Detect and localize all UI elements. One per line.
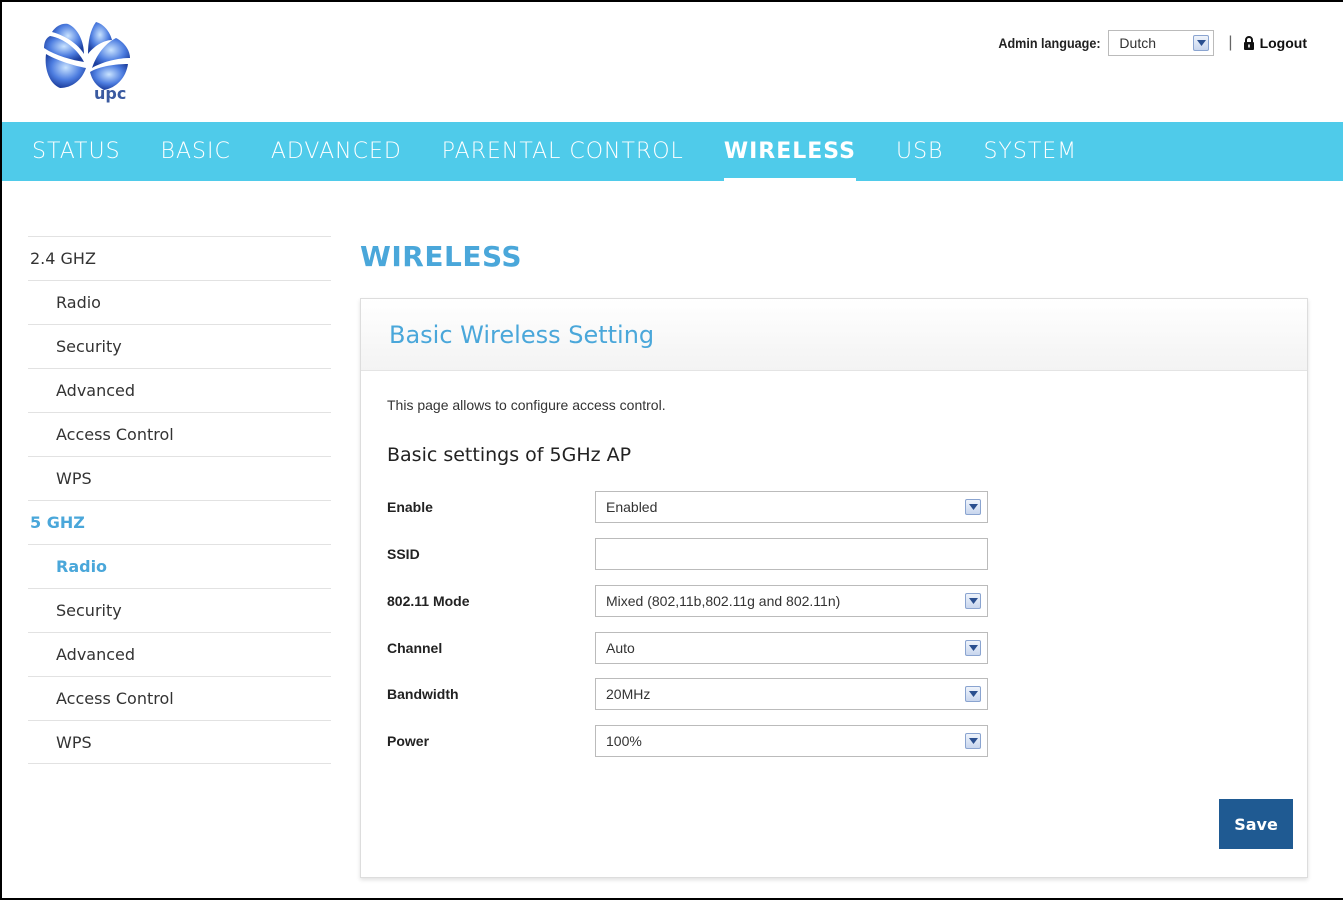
- page-title: WIRELESS: [360, 240, 523, 273]
- main-nav: STATUS BASIC ADVANCED PARENTAL CONTROL W…: [2, 122, 1343, 181]
- logout-link[interactable]: Logout: [1243, 35, 1307, 51]
- nav-basic[interactable]: BASIC: [161, 122, 231, 181]
- channel-value: Auto: [606, 640, 635, 656]
- admin-language-label: Admin language:: [998, 35, 1101, 51]
- enable-value: Enabled: [606, 499, 658, 515]
- sidebar-item-5-radio[interactable]: Radio: [28, 544, 331, 588]
- chevron-down-icon[interactable]: [965, 686, 981, 702]
- nav-status[interactable]: STATUS: [32, 122, 121, 181]
- channel-row: Channel Auto: [387, 632, 988, 664]
- nav-wireless[interactable]: WIRELESS: [723, 122, 857, 181]
- save-button[interactable]: Save: [1219, 799, 1293, 849]
- separator: |: [1228, 34, 1233, 51]
- section-heading: Basic settings of 5GHz AP: [387, 444, 632, 466]
- sidebar-item-24-advanced[interactable]: Advanced: [28, 368, 331, 412]
- sidebar-item-5-wps[interactable]: WPS: [28, 720, 331, 764]
- chevron-down-icon[interactable]: [965, 733, 981, 749]
- nav-advanced[interactable]: ADVANCED: [271, 122, 402, 181]
- power-row: Power 100%: [387, 725, 988, 757]
- admin-bar: Admin language: Dutch | Logout: [987, 30, 1307, 56]
- admin-language-select[interactable]: Dutch: [1108, 30, 1215, 56]
- chevron-down-icon[interactable]: [965, 593, 981, 609]
- bandwidth-select[interactable]: 20MHz: [595, 678, 988, 710]
- sidebar-item-24-radio[interactable]: Radio: [28, 280, 331, 324]
- lock-icon: [1243, 36, 1254, 50]
- sidebar-item-24-access-control[interactable]: Access Control: [28, 412, 331, 456]
- power-select[interactable]: 100%: [595, 725, 988, 757]
- panel-header: Basic Wireless Setting: [361, 299, 1307, 371]
- logo-text: upc: [94, 84, 127, 103]
- channel-label: Channel: [387, 640, 443, 656]
- channel-select[interactable]: Auto: [595, 632, 988, 664]
- bandwidth-value: 20MHz: [606, 686, 651, 702]
- sidebar-item-5-advanced[interactable]: Advanced: [28, 632, 331, 676]
- ssid-input[interactable]: [595, 538, 988, 570]
- admin-language-value: Dutch: [1119, 35, 1156, 51]
- chevron-down-icon[interactable]: [1193, 35, 1210, 51]
- ssid-row: SSID: [387, 538, 988, 570]
- bandwidth-label: Bandwidth: [387, 686, 459, 702]
- ssid-label: SSID: [387, 546, 420, 562]
- sidebar-item-5-security[interactable]: Security: [28, 588, 331, 632]
- power-value: 100%: [606, 733, 642, 749]
- chevron-down-icon[interactable]: [965, 499, 981, 515]
- mode-row: 802.11 Mode Mixed (802,11b,802.11g and 8…: [387, 585, 988, 617]
- intro-text: This page allows to configure access con…: [387, 397, 666, 413]
- sidebar-group-5ghz[interactable]: 5 GHZ: [28, 500, 331, 544]
- logout-label: Logout: [1259, 35, 1307, 51]
- mode-value: Mixed (802,11b,802.11g and 802.11n): [606, 593, 841, 609]
- panel-title: Basic Wireless Setting: [389, 320, 655, 349]
- bandwidth-row: Bandwidth 20MHz: [387, 678, 988, 710]
- sidebar-group-24ghz[interactable]: 2.4 GHZ: [28, 236, 331, 280]
- mode-select[interactable]: Mixed (802,11b,802.11g and 802.11n): [595, 585, 988, 617]
- enable-label: Enable: [387, 499, 433, 515]
- power-label: Power: [387, 733, 430, 749]
- nav-usb[interactable]: USB: [896, 122, 943, 181]
- chevron-down-icon[interactable]: [965, 640, 981, 656]
- enable-row: Enable Enabled: [387, 491, 988, 523]
- mode-label: 802.11 Mode: [387, 593, 470, 609]
- settings-panel: Basic Wireless Setting This page allows …: [360, 298, 1308, 878]
- sidebar-item-24-security[interactable]: Security: [28, 324, 331, 368]
- nav-parental-control[interactable]: PARENTAL CONTROL: [442, 122, 684, 181]
- sidebar-item-5-access-control[interactable]: Access Control: [28, 676, 331, 720]
- enable-select[interactable]: Enabled: [595, 491, 988, 523]
- nav-system[interactable]: SYSTEM: [983, 122, 1077, 181]
- sidebar: 2.4 GHZ Radio Security Advanced Access C…: [28, 236, 331, 764]
- sidebar-item-24-wps[interactable]: WPS: [28, 456, 331, 500]
